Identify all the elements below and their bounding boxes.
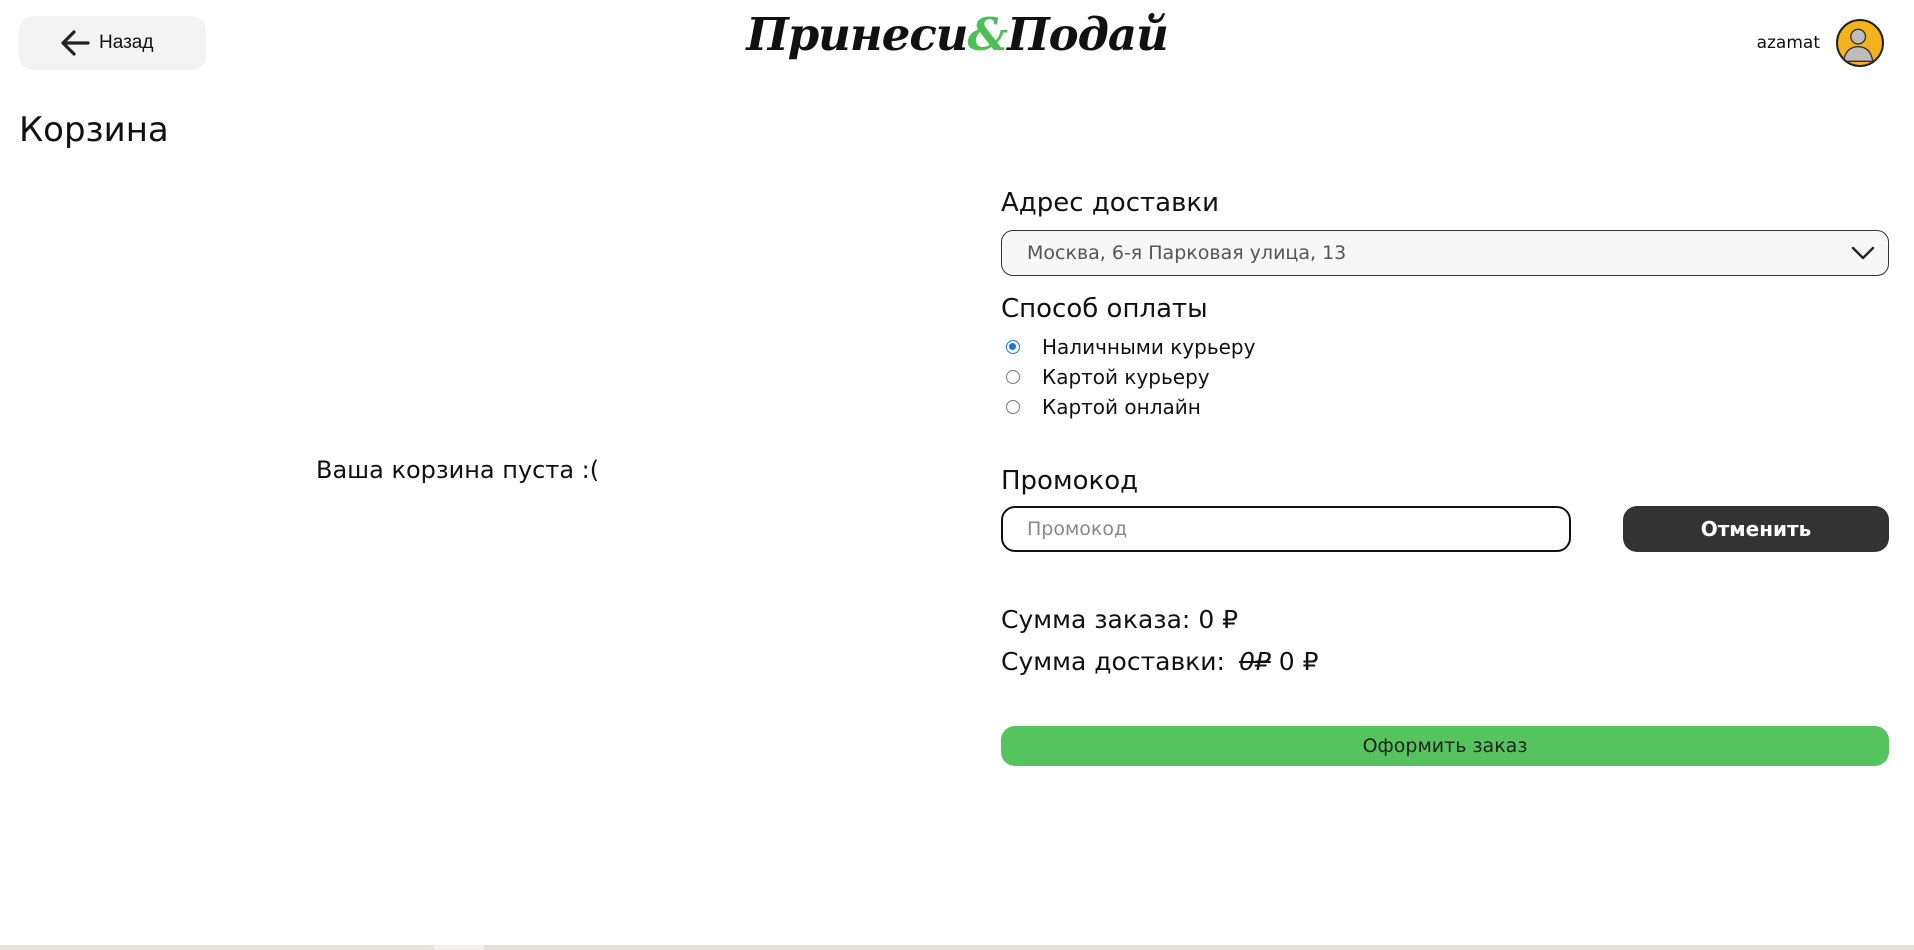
delivery-address-value: Москва, 6-я Парковая улица, 13 [1027, 242, 1347, 264]
delivery-sum: Сумма доставки: 0₽ 0 ₽ [1001, 640, 1889, 682]
payment-option-label: Картой онлайн [1042, 395, 1201, 419]
checkout-button[interactable]: Оформить заказ [1001, 726, 1889, 766]
payment-option-label: Картой курьеру [1042, 365, 1210, 389]
promo-code-title: Промокод [1001, 466, 1139, 496]
checkout-panel: Адрес доставки Москва, 6-я Парковая улиц… [1001, 188, 1889, 766]
delivery-address-title: Адрес доставки [1001, 188, 1220, 218]
payment-option-card-courier[interactable]: Картой курьеру [1001, 362, 1889, 392]
radio-card-courier[interactable] [1006, 370, 1020, 384]
logo-ampersand: & [967, 8, 1008, 61]
payment-method-title: Способ оплаты [1001, 294, 1208, 324]
radio-cash-courier[interactable] [1006, 340, 1020, 354]
delivery-address-select[interactable]: Москва, 6-я Парковая улица, 13 [1001, 230, 1889, 276]
site-logo[interactable]: Принеси&Подай [0, 8, 1914, 61]
payment-option-label: Наличными курьеру [1042, 335, 1256, 359]
order-sum-value: 0 ₽ [1198, 604, 1239, 634]
chevron-down-icon [1851, 246, 1875, 260]
payment-option-cash-courier[interactable]: Наличными курьеру [1001, 332, 1889, 362]
cart-page: Назад Принеси&Подай azamat Корзина Ваша … [0, 0, 1914, 950]
empty-cart-message: Ваша корзина пуста :( [316, 456, 600, 484]
user-avatar-icon [1842, 28, 1874, 63]
delivery-sum-old-value: 0₽ [1238, 646, 1271, 676]
delivery-sum-label: Сумма доставки: [1001, 646, 1225, 676]
avatar[interactable] [1836, 19, 1884, 67]
promo-code-input[interactable] [1001, 506, 1571, 552]
payment-method-options: Наличными курьеру Картой курьеру Картой … [1001, 332, 1889, 422]
order-sum: Сумма заказа: 0 ₽ [1001, 598, 1889, 640]
logo-text-part1: Принеси [746, 8, 968, 61]
radio-card-online[interactable] [1006, 400, 1020, 414]
logo-text-part2: Подай [1007, 8, 1169, 61]
cancel-promo-button[interactable]: Отменить [1623, 506, 1889, 552]
order-sum-label: Сумма заказа: [1001, 604, 1191, 634]
page-title: Корзина [19, 110, 169, 150]
order-totals: Сумма заказа: 0 ₽ Сумма доставки: 0₽ 0 ₽ [1001, 598, 1889, 682]
delivery-sum-value: 0 ₽ [1278, 646, 1319, 676]
payment-option-card-online[interactable]: Картой онлайн [1001, 392, 1889, 422]
promo-code-row: Отменить [1001, 506, 1889, 552]
username: azamat [1756, 33, 1820, 53]
user-menu[interactable]: azamat [1757, 19, 1884, 67]
bottom-edge-strip [0, 945, 1914, 950]
